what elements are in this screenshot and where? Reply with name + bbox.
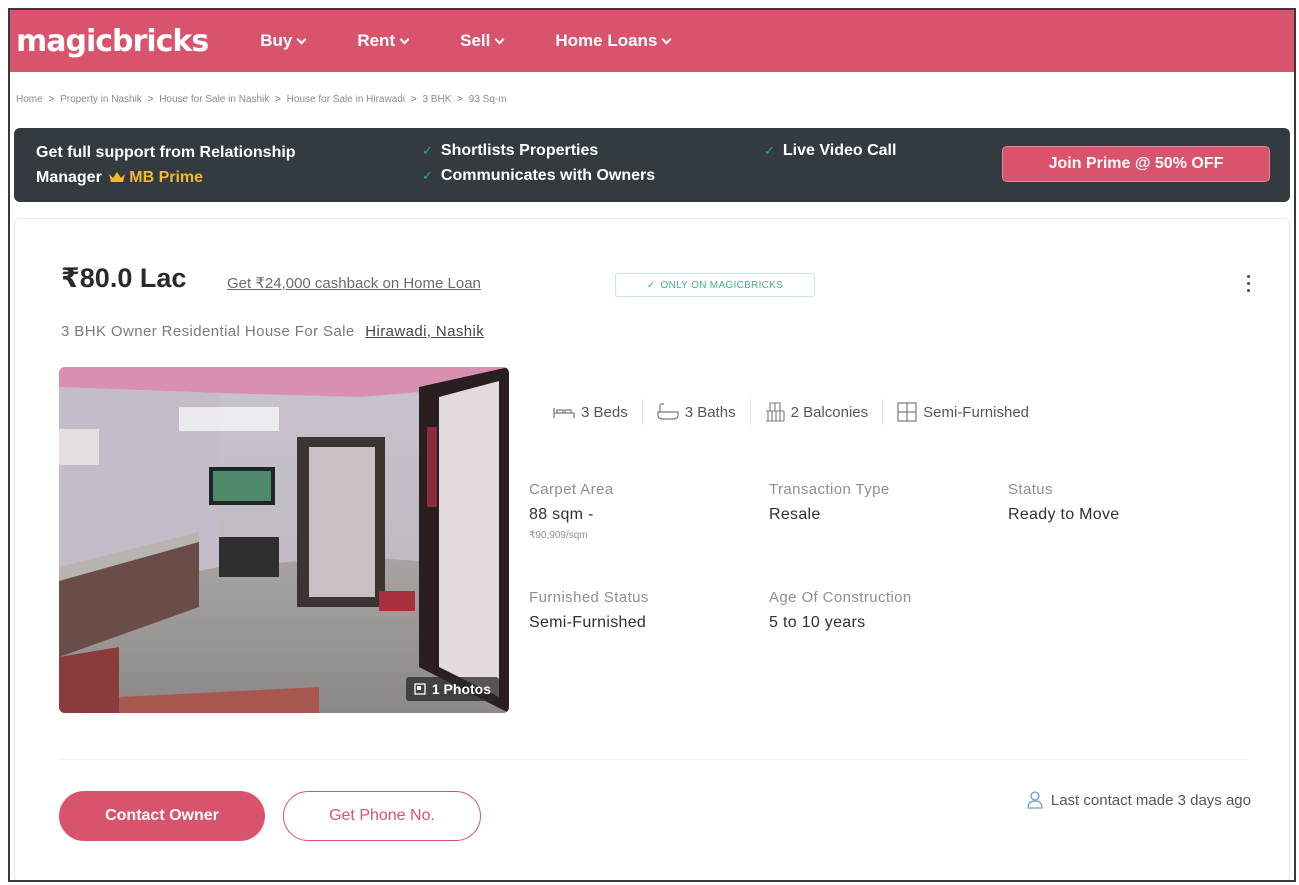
transaction-type-label: Transaction Type [769,481,890,498]
exclusive-badge: ✓ ONLY ON MAGICBRICKS [615,273,815,297]
mb-prime-label: MB Prime [129,169,204,186]
prime-banner-title: Get full support from Relationship Manag… [36,140,396,190]
prime-feature-communicates: ✓ Communicates with Owners [422,167,655,185]
amenity-furnishing: Semi-Furnished [883,402,1043,422]
breadcrumb-separator: > [147,94,154,105]
amenity-furnishing-label: Semi-Furnished [923,403,1030,421]
chevron-down-icon [494,34,505,44]
amenity-baths-label: 3 Baths [684,403,736,421]
prime-feature-label: Communicates with Owners [440,167,656,184]
chevron-down-icon [661,34,672,44]
property-subtitle: 3 BHK Owner Residential House For Sale H… [61,323,484,340]
prime-title-line2: Manager [36,169,102,186]
crown-icon [108,171,126,183]
summary-age-of-construction: Age Of Construction 5 to 10 years [769,589,912,632]
furnishing-icon [897,402,917,422]
check-icon: ✓ [422,168,433,183]
breadcrumb-3bhk[interactable]: 3 BHK [422,94,451,105]
breadcrumb-area: 93 Sq-m [468,94,507,105]
breadcrumb: Home > Property in Nashik > House for Sa… [16,94,507,105]
property-type: 3 BHK Owner Residential House For Sale [61,323,355,340]
join-prime-button[interactable]: Join Prime @ 50% OFF [1002,146,1270,182]
summary-carpet-area: Carpet Area 88 sqm - ₹90,909/sqm [529,481,613,541]
amenity-balconies: 2 Balconies [751,402,883,422]
furnished-status-label: Furnished Status [529,589,649,606]
nav-sell[interactable]: Sell [460,31,505,51]
breadcrumb-separator: > [457,94,463,105]
property-photo[interactable]: 1 Photos [59,367,509,713]
property-card: ₹80.0 Lac Get ₹24,000 cashback on Home L… [14,218,1290,880]
check-icon: ✓ [646,279,656,291]
furnished-status-value: Semi-Furnished [529,614,647,631]
chevron-down-icon [296,34,307,44]
card-divider [59,759,1249,760]
nav-home-loans[interactable]: Home Loans [555,31,672,51]
amenity-balconies-label: 2 Balconies [790,403,869,421]
gallery-icon [414,683,426,695]
carpet-area-value: 88 sqm - [529,506,594,523]
user-icon [1027,791,1043,809]
amenity-beds: 3 Beds [553,404,642,421]
top-navbar: magicbricks Buy Rent Sell Home Loans [10,10,1294,72]
breadcrumb-house-for-sale-hirawadi[interactable]: House for Sale in Hirawadi [287,94,405,105]
breadcrumb-separator: > [48,94,55,105]
summary-transaction-type: Transaction Type Resale [769,481,890,524]
check-icon: ✓ [764,143,775,158]
check-icon: ✓ [422,143,433,158]
nav-buy[interactable]: Buy [260,31,307,51]
magicbricks-logo[interactable]: magicbricks [16,24,209,59]
chevron-down-icon [399,34,410,44]
status-label: Status [1008,481,1053,498]
status-value: Ready to Move [1008,506,1120,523]
breadcrumb-house-for-sale-nashik[interactable]: House for Sale in Nashik [159,94,269,105]
more-options-icon[interactable] [1245,275,1251,295]
age-of-construction-value: 5 to 10 years [769,614,866,631]
nav-buy-label: Buy [260,31,293,50]
prime-feature-label: Live Video Call [782,142,897,159]
cashback-link[interactable]: Get ₹24,000 cashback on Home Loan [227,274,481,292]
last-contact-info: Last contact made 3 days ago [1027,791,1251,809]
breadcrumb-separator: > [410,94,417,105]
prime-feature-label: Shortlists Properties [440,142,599,159]
prime-title-line1: Get full support from Relationship [36,144,296,161]
bed-icon [553,408,575,418]
nav-home-loans-label: Home Loans [555,31,658,50]
get-phone-button[interactable]: Get Phone No. [283,791,481,841]
photo-count-label: 1 Photos [431,681,491,697]
prime-feature-shortlists: ✓ Shortlists Properties [422,142,598,160]
room-photo-illustration [59,367,509,713]
nav-sell-label: Sell [460,31,491,50]
nav-rent[interactable]: Rent [357,31,410,51]
summary-furnished-status: Furnished Status Semi-Furnished [529,589,649,632]
property-price: ₹80.0 Lac [61,263,187,293]
balcony-icon [765,402,785,422]
bath-icon [657,403,679,420]
prime-feature-video-call: ✓ Live Video Call [764,142,896,160]
breadcrumb-home[interactable]: Home [16,94,43,105]
photo-count-badge[interactable]: 1 Photos [405,677,499,701]
amenities-row: 3 Beds 3 Baths 2 Balconies Semi-Furnishe… [553,399,1043,425]
summary-status: Status Ready to Move [1008,481,1120,524]
age-of-construction-label: Age Of Construction [769,589,912,606]
nav-rent-label: Rent [357,31,396,50]
property-location-link[interactable]: Hirawadi, Nashik [365,323,484,340]
amenity-beds-label: 3 Beds [581,403,628,421]
transaction-type-value: Resale [769,506,821,523]
last-contact-label: Last contact made 3 days ago [1050,791,1251,809]
breadcrumb-property-in-nashik[interactable]: Property in Nashik [60,94,142,105]
contact-owner-button[interactable]: Contact Owner [59,791,265,841]
exclusive-badge-label: ONLY ON MAGICBRICKS [660,279,784,291]
page-frame: magicbricks Buy Rent Sell Home Loans Hom… [8,8,1296,882]
prime-banner: Get full support from Relationship Manag… [14,128,1290,202]
amenity-baths: 3 Baths [643,403,750,421]
carpet-area-label: Carpet Area [529,481,614,498]
price-per-sqm: ₹90,909/sqm [529,530,588,541]
breadcrumb-separator: > [275,94,281,105]
